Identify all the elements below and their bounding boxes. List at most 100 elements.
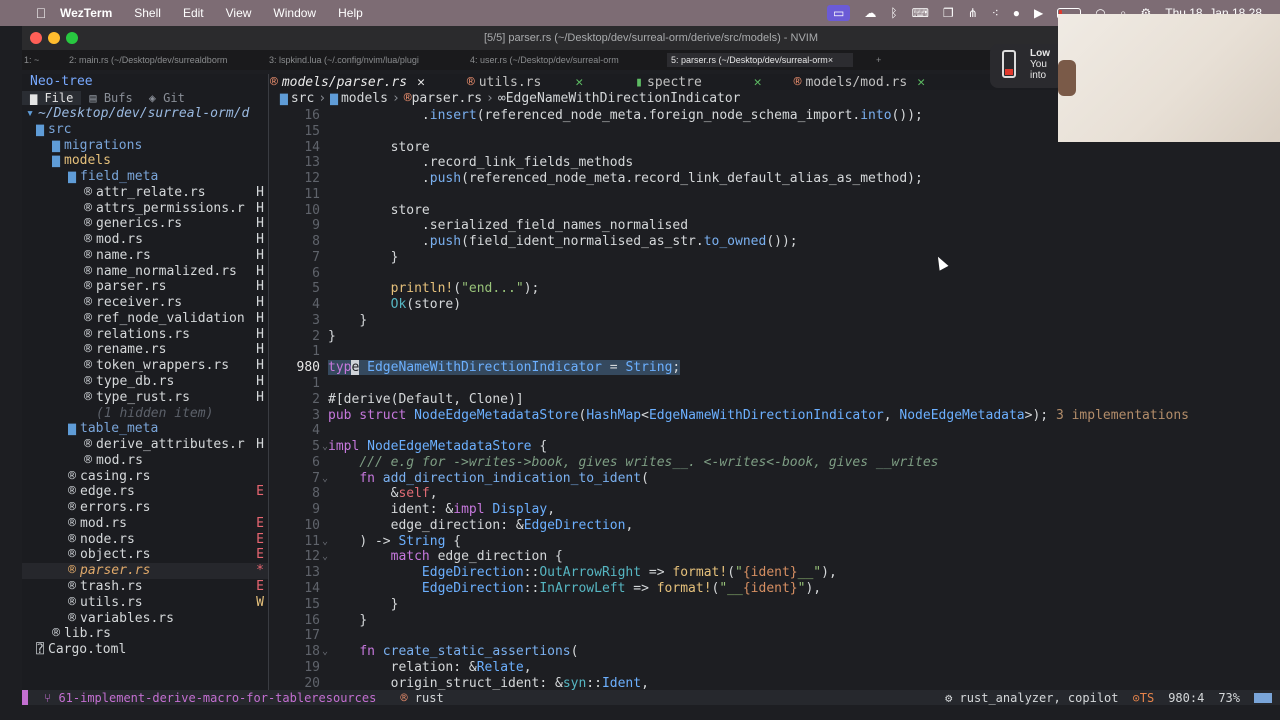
source-tab-bufs[interactable]: ▤ Bufs	[81, 91, 140, 105]
tree-item[interactable]: ® ref_node_validation H	[22, 311, 268, 327]
tree-item[interactable]: ® receiver.rs H	[22, 295, 268, 311]
code-line[interactable]: 13 EdgeDirection::OutArrowRight => forma…	[270, 565, 1280, 581]
close-buffer-icon[interactable]: ✕	[417, 75, 425, 90]
tree-item[interactable]: ® parser.rs H	[22, 279, 268, 295]
minimize-window-icon[interactable]	[48, 32, 60, 44]
code-line[interactable]: 8 .push(field_ident_normalised_as_str.to…	[270, 234, 1280, 250]
new-tab-button[interactable]: +	[876, 55, 881, 65]
window-icon[interactable]: ❐	[943, 6, 954, 20]
code-line[interactable]: 2}	[270, 329, 1280, 345]
code-line[interactable]: 15 }	[270, 597, 1280, 613]
terminal-tab-3[interactable]: 3: lspkind.lua (~/.config/nvim/lua/plugi	[267, 55, 459, 65]
tree-item[interactable]: ® parser.rs *	[22, 563, 268, 579]
code-line[interactable]: 18 ⌄ fn create_static_assertions(	[270, 644, 1280, 660]
code-line[interactable]: 16 }	[270, 613, 1280, 629]
tree-item[interactable]: ® node.rs E	[22, 532, 268, 548]
code-line[interactable]: 3 pub struct NodeEdgeMetadataStore(HashMa…	[270, 408, 1280, 424]
tree-item[interactable]: ⍰ Cargo.toml	[22, 642, 268, 658]
code-line[interactable]: 6 /// e.g for ->writes->book, gives writ…	[270, 455, 1280, 471]
bluetooth-icon[interactable]: ᛒ	[890, 6, 897, 20]
breadcrumb-src[interactable]: src	[291, 91, 314, 106]
dots-icon[interactable]: ⁖	[992, 6, 999, 20]
code-line[interactable]: 5 ⌄ impl NodeEdgeMetadataStore {	[270, 439, 1280, 455]
close-buffer-icon[interactable]: ✕	[754, 75, 762, 90]
tree-item[interactable]: ® mod.rs	[22, 453, 268, 469]
tree-item[interactable]: ® attrs_permissions.r H	[22, 201, 268, 217]
code-line[interactable]: 12 ⌄ match edge_direction {	[270, 549, 1280, 565]
code-line[interactable]: 1	[270, 344, 1280, 360]
code-line[interactable]: 8 &self,	[270, 486, 1280, 502]
code-line[interactable]: 4	[270, 423, 1280, 439]
tree-item[interactable]: (1 hidden item)	[22, 406, 268, 422]
buffer-tab-models-parser[interactable]: ® models/parser.rs ✕	[270, 75, 425, 90]
code-line[interactable]: 4 Ok(store)	[270, 297, 1280, 313]
tree-item[interactable]: ▆ src	[22, 122, 268, 138]
tree-item[interactable]: ® attr_relate.rs H	[22, 185, 268, 201]
source-tab-git[interactable]: ◈ Git	[141, 91, 193, 105]
menu-edit[interactable]: Edit	[183, 6, 204, 20]
low-battery-notification[interactable]: Low You into	[990, 44, 1064, 88]
tree-item[interactable]: ® type_db.rs H	[22, 374, 268, 390]
code-line[interactable]: 10 store	[270, 203, 1280, 219]
tree-item[interactable]: ® relations.rs H	[22, 327, 268, 343]
buffer-tab-models-mod[interactable]: ® models/mod.rs ✕	[794, 75, 925, 90]
menu-help[interactable]: Help	[338, 6, 363, 20]
terminal-tab-2[interactable]: 2: main.rs (~/Desktop/dev/surrealdborm	[67, 55, 258, 65]
code-line[interactable]: 3 }	[270, 313, 1280, 329]
tree-item[interactable]: ® type_rust.rs H	[22, 390, 268, 406]
tree-item[interactable]: ® casing.rs	[22, 469, 268, 485]
tree-root[interactable]: ▾ ~/Desktop/dev/surreal-orm/d	[22, 106, 268, 122]
play-icon[interactable]: ▶	[1034, 6, 1043, 20]
cloud-icon[interactable]: ☁	[864, 6, 876, 20]
menu-app-wezterm[interactable]: WezTerm	[60, 6, 112, 20]
tree-item[interactable]: ▆ models	[22, 153, 268, 169]
breadcrumb-file[interactable]: parser.rs	[412, 91, 482, 106]
network-icon[interactable]: ⋔	[968, 6, 978, 20]
zoom-window-icon[interactable]	[66, 32, 78, 44]
code-line[interactable]: 9 ident: &impl Display,	[270, 502, 1280, 518]
code-line[interactable]: 1	[270, 376, 1280, 392]
code-line[interactable]: 20 origin_struct_ident: &syn::Ident,	[270, 676, 1280, 690]
code-line[interactable]: 11 ⌄ ) -> String {	[270, 534, 1280, 550]
source-tab-file[interactable]: ▆ File	[22, 91, 82, 105]
screen-share-icon[interactable]: ▭	[827, 5, 851, 21]
code-line[interactable]: 10 edge_direction: &EdgeDirection,	[270, 518, 1280, 534]
tree-item[interactable]: ® derive_attributes.r H	[22, 437, 268, 453]
breadcrumb-models[interactable]: models	[341, 91, 388, 106]
keyboard-icon[interactable]: ⌨	[912, 6, 929, 20]
breadcrumb-symbol[interactable]: EdgeNameWithDirectionIndicator	[506, 91, 741, 106]
tree-item[interactable]: ® mod.rs E	[22, 516, 268, 532]
tree-item[interactable]: ® mod.rs H	[22, 232, 268, 248]
code-line[interactable]: 2 #[derive(Default, Clone)]	[270, 392, 1280, 408]
close-buffer-icon[interactable]: ✕	[917, 75, 925, 90]
code-line[interactable]: 11	[270, 187, 1280, 203]
code-line[interactable]: 13 .record_link_fields_methods	[270, 155, 1280, 171]
close-tab-icon[interactable]: ×	[828, 55, 833, 65]
tree-item[interactable]: ® variables.rs	[22, 611, 268, 627]
buffer-tab-spectre[interactable]: ▮ spectre ✕	[635, 75, 761, 90]
tree-item[interactable]: ® edge.rs E	[22, 484, 268, 500]
tree-item[interactable]: ® object.rs E	[22, 547, 268, 563]
tree-item[interactable]: ® utils.rs W	[22, 595, 268, 611]
terminal-tab-5[interactable]: 5: parser.rs (~/Desktop/dev/surreal-orm×	[667, 53, 853, 67]
user-icon[interactable]: ●	[1013, 6, 1020, 20]
code-line[interactable]: 6	[270, 266, 1280, 282]
code-editor[interactable]: 16 .insert(referenced_node_meta.foreign_…	[270, 108, 1280, 690]
code-line[interactable]: 7 ⌄ fn add_direction_indication_to_ident(	[270, 471, 1280, 487]
tree-item[interactable]: ® token_wrappers.rs H	[22, 358, 268, 374]
close-window-icon[interactable]	[30, 32, 42, 44]
menu-shell[interactable]: Shell	[134, 6, 161, 20]
code-line[interactable]: 17	[270, 628, 1280, 644]
menu-view[interactable]: View	[226, 6, 252, 20]
code-line[interactable]: 5 println!("end...");	[270, 281, 1280, 297]
code-line[interactable]: 19 relation: &Relate,	[270, 660, 1280, 676]
buffer-tab-utils[interactable]: ® utils.rs ✕	[467, 75, 583, 90]
tree-item[interactable]: ® generics.rs H	[22, 216, 268, 232]
terminal-tab-1[interactable]: 1: ~	[22, 55, 58, 65]
tree-item[interactable]: ▆ migrations	[22, 138, 268, 154]
code-line[interactable]: 9 .serialized_field_names_normalised	[270, 218, 1280, 234]
apple-logo-icon[interactable]: 	[28, 5, 54, 21]
tree-item[interactable]: ▆ table_meta	[22, 421, 268, 437]
code-line[interactable]: 12 .push(referenced_node_meta.record_lin…	[270, 171, 1280, 187]
tree-item[interactable]: ® name.rs H	[22, 248, 268, 264]
